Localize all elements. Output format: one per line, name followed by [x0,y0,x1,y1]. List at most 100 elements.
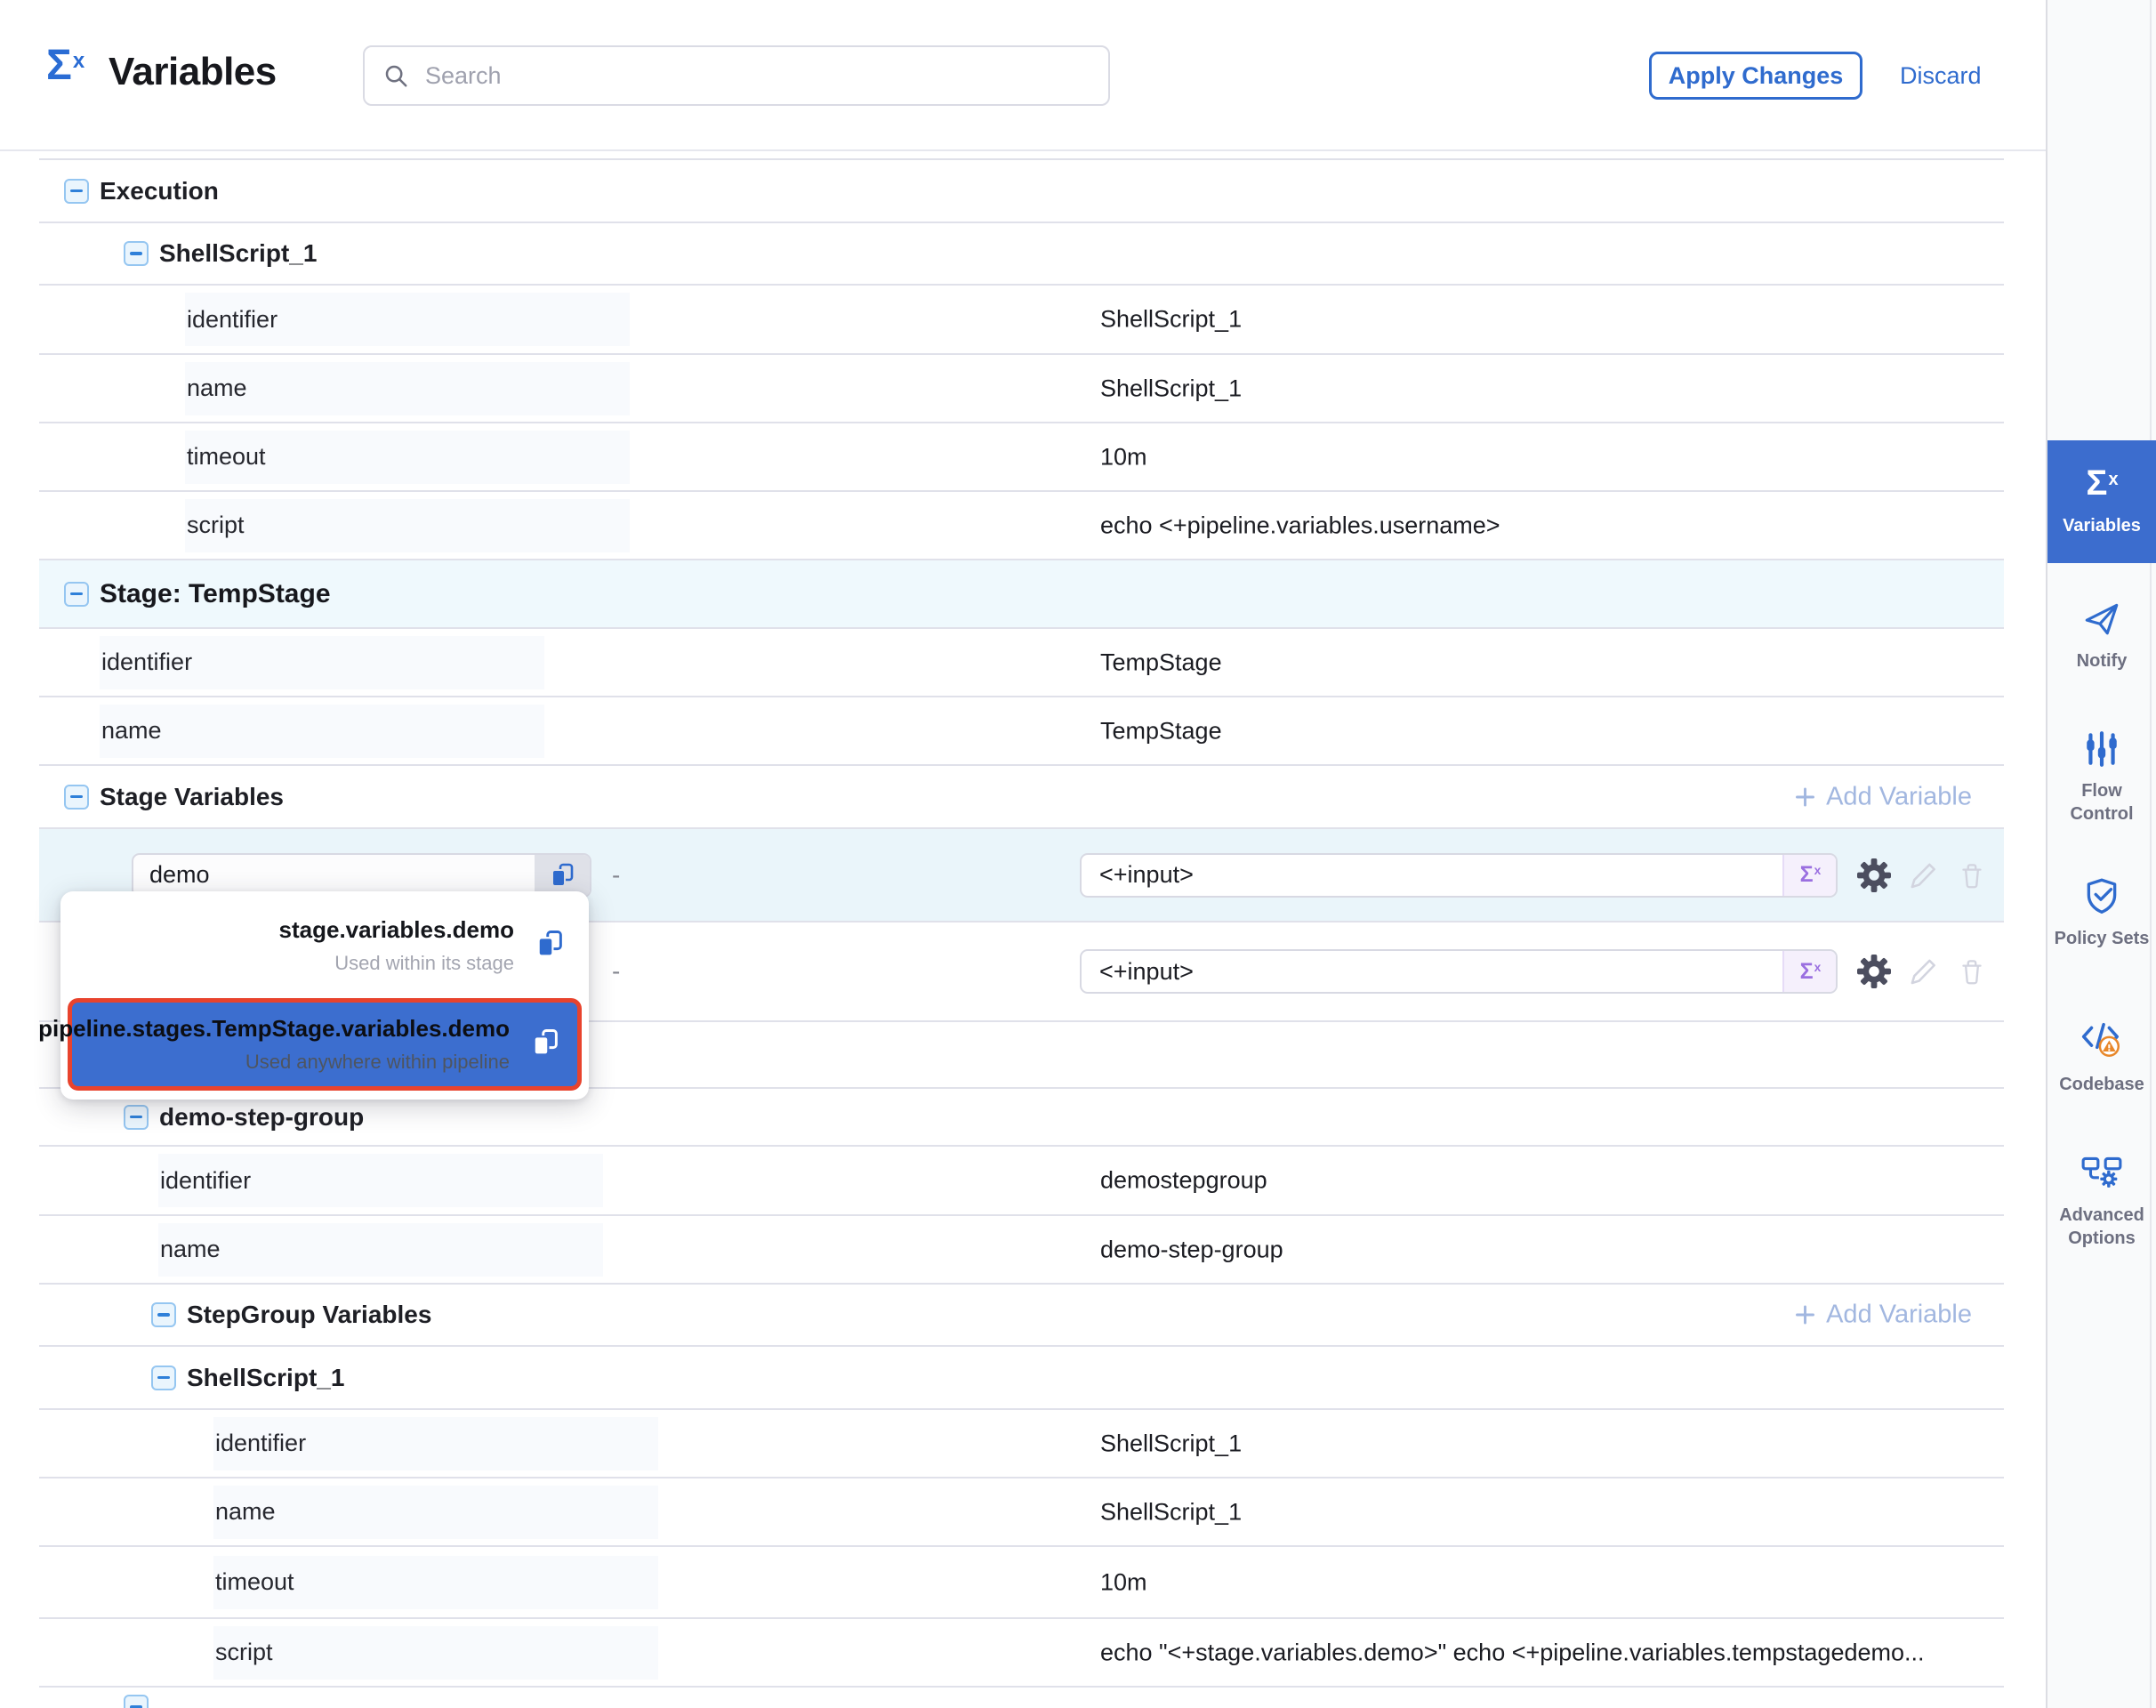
paper-plane-icon [2081,598,2122,639]
edit-pencil-icon[interactable] [1906,858,1940,892]
search-box[interactable] [363,45,1110,106]
search-input[interactable] [423,61,1090,91]
field-label: name [158,1223,603,1277]
variable-path-text: pipeline.stages.TempStage.variables.demo… [38,1015,510,1074]
edit-pencil-icon[interactable] [1906,955,1940,988]
field-label: name [100,705,544,758]
delete-trash-icon[interactable] [1956,859,1988,891]
copy-icon[interactable] [535,855,590,896]
sidebar-item-notify[interactable]: Notify [2047,598,2156,673]
sidebar-item-label: Policy Sets [2055,928,2150,951]
sigma-x-icon: Σx [46,44,84,87]
field-value: ShellScript_1 [1100,375,1242,402]
sidebar-item-variables[interactable]: Σx Variables [2047,440,2156,563]
table-row-field: identifier ShellScript_1 [39,286,2004,355]
table-row-stage-variables: Stage Variables Add Variable [39,766,2004,829]
sidebar-item-flow-control[interactable]: Flow Control [2047,729,2156,826]
variable-value-input[interactable]: <+input> Σx [1080,949,1838,994]
page-title: Variables [109,50,277,94]
variable-value-input[interactable]: <+input> Σx [1080,853,1838,898]
field-label: script [213,1626,658,1680]
variable-name-text: demo [133,861,535,889]
copy-icon[interactable] [529,1027,561,1063]
field-label: timeout [185,431,630,484]
variable-scope: Used anywhere within pipeline [38,1051,510,1074]
collapse-minus-icon[interactable] [151,1302,176,1327]
plus-icon [1793,785,1817,809]
right-sidebar: Σx Variables Notify Flow Control Policy … [2046,0,2156,1708]
collapse-minus-icon[interactable] [124,241,149,266]
apply-changes-button[interactable]: Apply Changes [1649,52,1862,100]
page-header: Σx Variables Apply Changes Discard [0,0,2046,151]
expression-sigma-icon[interactable]: Σx [1782,951,1836,992]
sidebar-item-label: Variables [2063,515,2141,538]
field-label: name [213,1486,658,1539]
field-label: name [185,362,630,415]
field-value: echo "<+stage.variables.demo>" echo <+pi… [1100,1639,1925,1666]
collapse-minus-icon[interactable] [151,1366,176,1390]
shield-check-icon [2081,875,2122,916]
table-row-field: name demo-step-group [39,1216,2004,1285]
table-row-step: ShellScript_1 [39,223,2004,286]
stage-section-label: Stage: TempStage [100,579,331,609]
variable-path-option[interactable]: stage.variables.demo Used within its sta… [60,898,589,993]
sidebar-item-policy-sets[interactable]: Policy Sets [2047,875,2156,951]
variable-path: pipeline.stages.TempStage.variables.demo [38,1015,510,1043]
field-value: 10m [1100,443,1147,471]
required-dash: - [612,861,620,890]
variable-value-text: <+input> [1082,861,1782,889]
settings-gear-icon[interactable] [1856,954,1892,989]
collapse-minus-icon[interactable] [124,1695,149,1708]
field-value: ShellScript_1 [1100,1498,1242,1526]
field-label: script [185,499,630,552]
sliders-icon [2082,729,2121,769]
table-row-partial [39,1688,2004,1708]
variable-name-input[interactable]: demo [132,853,591,898]
table-row-step: ShellScript_1 [39,1347,2004,1410]
sidebar-item-advanced-options[interactable]: Advanced Options [2047,1150,2156,1250]
collapse-minus-icon[interactable] [64,179,89,204]
section-label: Execution [100,177,219,205]
sidebar-item-codebase[interactable]: Codebase [2047,1019,2156,1097]
field-value: demostepgroup [1100,1167,1267,1195]
field-label: identifier [213,1417,658,1470]
collapse-minus-icon[interactable] [64,785,89,810]
field-value: TempStage [1100,649,1222,676]
section-label: ShellScript_1 [159,239,317,268]
discard-button[interactable]: Discard [1900,62,1982,90]
section-label: demo-step-group [159,1103,364,1132]
field-label: identifier [100,636,544,689]
table-row-field: name ShellScript_1 [39,1478,2004,1547]
required-dash: - [612,957,620,986]
table-row-field: identifier ShellScript_1 [39,1410,2004,1478]
field-value: 10m [1100,1568,1147,1596]
field-value: ShellScript_1 [1100,1430,1242,1457]
settings-gear-icon[interactable] [1856,858,1892,893]
collapse-minus-icon[interactable] [64,582,89,607]
delete-trash-icon[interactable] [1956,955,1988,987]
table-row-execution: Execution [39,160,2004,223]
sidebar-item-label: Notify [2077,650,2128,673]
field-label: identifier [185,293,630,346]
section-label: Stage Variables [100,783,284,811]
add-variable-button[interactable]: Add Variable [1793,1301,1972,1330]
variable-path-option-highlighted[interactable]: pipeline.stages.TempStage.variables.demo… [68,998,582,1091]
field-value: echo <+pipeline.variables.username> [1100,512,1500,539]
code-warning-icon [2080,1019,2123,1062]
sidebar-item-label: Flow Control [2051,780,2152,826]
field-label: identifier [158,1154,603,1207]
plus-icon [1793,1303,1817,1327]
expression-sigma-icon[interactable]: Σx [1782,855,1836,896]
copy-icon[interactable] [534,928,566,964]
table-row-field: script echo "<+stage.variables.demo>" ec… [39,1619,2004,1688]
add-variable-button[interactable]: Add Variable [1793,782,1972,811]
field-label: timeout [213,1556,658,1609]
collapse-minus-icon[interactable] [124,1105,149,1130]
sidebar-edge-divider [2150,0,2152,1708]
field-value: ShellScript_1 [1100,306,1242,334]
sigma-x-icon: Σx [2086,465,2117,501]
variable-path: stage.variables.demo [279,916,514,944]
sidebar-item-label: Codebase [2059,1074,2144,1097]
table-row-field: timeout 10m [39,423,2004,492]
variable-path-popup: stage.variables.demo Used within its sta… [60,891,589,1100]
